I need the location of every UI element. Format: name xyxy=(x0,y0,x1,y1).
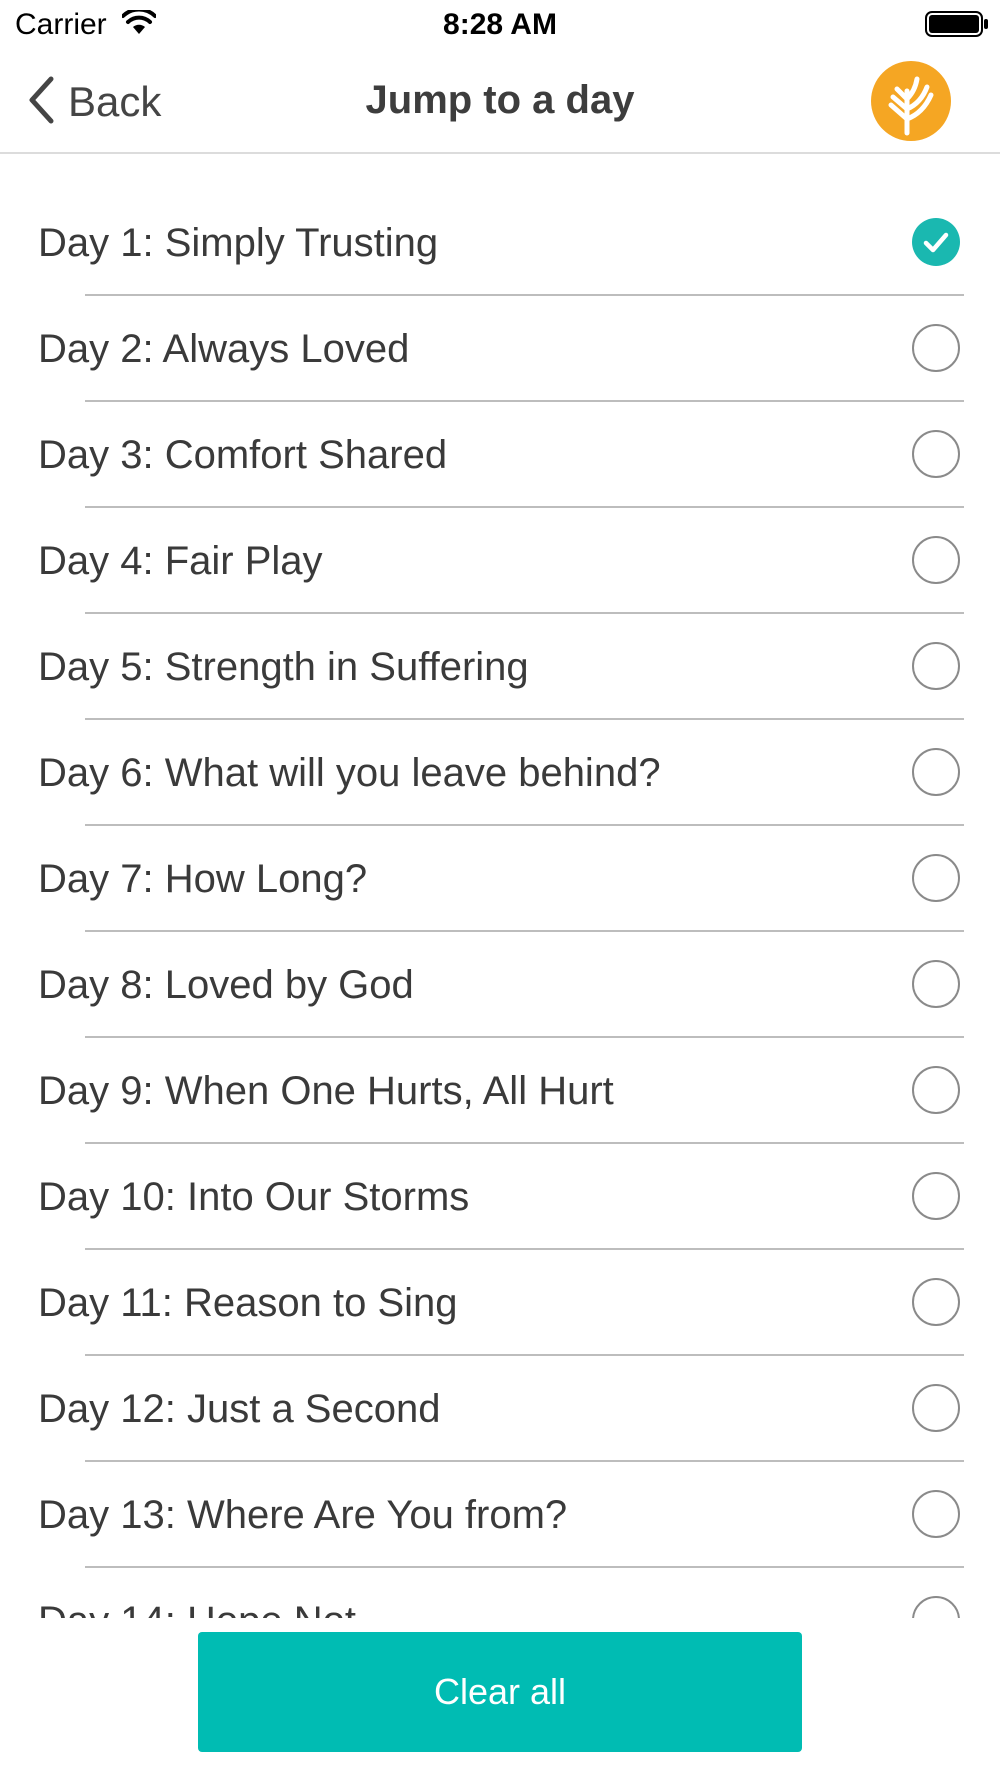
list-item[interactable]: Day 1: Simply Trusting xyxy=(0,190,1000,296)
day-label: Day 2: Always Loved xyxy=(38,327,410,371)
day-label: Day 10: Into Our Storms xyxy=(38,1175,470,1219)
unchecked-circle-icon[interactable] xyxy=(912,1384,960,1432)
unchecked-circle-icon[interactable] xyxy=(912,536,960,584)
list-item[interactable]: Day 8: Loved by God xyxy=(0,932,1000,1038)
day-label: Day 4: Fair Play xyxy=(38,539,323,583)
list-item[interactable]: Day 6: What will you leave behind? xyxy=(0,720,1000,826)
list-item[interactable]: Day 5: Strength in Suffering xyxy=(0,614,1000,720)
day-label: Day 1: Simply Trusting xyxy=(38,221,439,265)
unchecked-circle-icon[interactable] xyxy=(912,1596,960,1618)
page-title: Jump to a day xyxy=(365,78,635,122)
unchecked-circle-icon[interactable] xyxy=(912,430,960,478)
unchecked-circle-icon[interactable] xyxy=(912,324,960,372)
day-label: Day 7: How Long? xyxy=(38,857,368,901)
checked-circle-icon[interactable] xyxy=(912,218,960,266)
footer: Clear all xyxy=(0,1618,1000,1778)
day-list[interactable]: Day 1: Simply Trusting Day 2: Always Love… xyxy=(0,190,1000,1618)
unchecked-circle-icon[interactable] xyxy=(912,1172,960,1220)
list-item[interactable]: Day 10: Into Our Storms xyxy=(0,1144,1000,1250)
list-item[interactable]: Day 11: Reason to Sing xyxy=(0,1250,1000,1356)
list-item[interactable]: Day 13: Where Are You from? xyxy=(0,1462,1000,1568)
list-item[interactable]: Day 4: Fair Play xyxy=(0,508,1000,614)
day-label: Day 9: When One Hurts, All Hurt xyxy=(38,1069,614,1113)
wheat-logo-icon xyxy=(871,61,951,141)
day-label: Day 3: Comfort Shared xyxy=(38,433,448,477)
list-item[interactable]: Day 12: Just a Second xyxy=(0,1356,1000,1462)
unchecked-circle-icon[interactable] xyxy=(912,748,960,796)
unchecked-circle-icon[interactable] xyxy=(912,1278,960,1326)
battery-icon xyxy=(925,11,989,42)
list-item[interactable]: Day 2: Always Loved xyxy=(0,296,1000,402)
unchecked-circle-icon[interactable] xyxy=(912,854,960,902)
clear-all-button[interactable]: Clear all xyxy=(198,1632,802,1752)
status-bar: Carrier 8:28 AM xyxy=(0,0,1000,50)
list-item[interactable]: Day 7: How Long? xyxy=(0,826,1000,932)
unchecked-circle-icon[interactable] xyxy=(912,1490,960,1538)
day-label: Day 8: Loved by God xyxy=(38,963,414,1007)
day-label: Day 5: Strength in Suffering xyxy=(38,645,529,689)
navigation-bar: Back Jump to a day xyxy=(0,50,1000,154)
list-item[interactable]: Day 3: Comfort Shared xyxy=(0,402,1000,508)
unchecked-circle-icon[interactable] xyxy=(912,1066,960,1114)
day-label: Day 12: Just a Second xyxy=(38,1387,441,1431)
day-label: Day 11: Reason to Sing xyxy=(38,1281,458,1325)
unchecked-circle-icon[interactable] xyxy=(912,960,960,1008)
list-item[interactable]: Day 9: When One Hurts, All Hurt xyxy=(0,1038,1000,1144)
day-label: Day 6: What will you leave behind? xyxy=(38,751,661,795)
day-label: Day 13: Where Are You from? xyxy=(38,1493,568,1537)
list-item[interactable]: Day 14: Hope Not xyxy=(0,1568,1000,1618)
status-time: 8:28 AM xyxy=(443,8,557,41)
unchecked-circle-icon[interactable] xyxy=(912,642,960,690)
day-label: Day 14: Hope Not xyxy=(38,1568,356,1618)
